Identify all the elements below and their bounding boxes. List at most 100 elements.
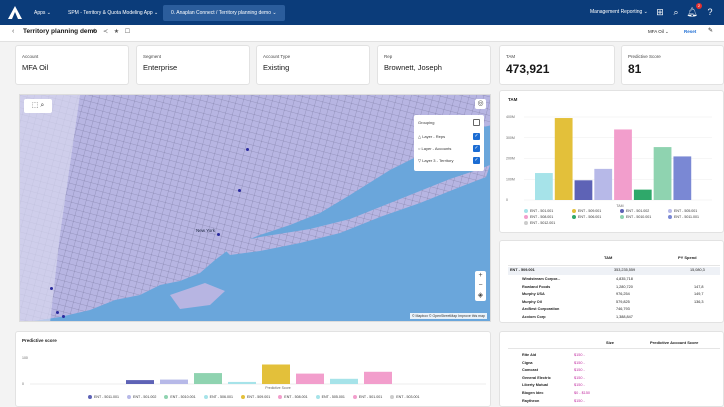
account-marker[interactable] bbox=[238, 189, 241, 192]
legend-item[interactable]: ENT - 509.001 bbox=[240, 395, 270, 400]
context-filter[interactable]: MFA Oil ⌄ bbox=[648, 29, 669, 35]
legend-item[interactable]: ENT - 501.002 bbox=[127, 395, 156, 400]
map-search-icon[interactable]: ⌕ bbox=[40, 102, 44, 109]
layer-row[interactable]: ○ Layer - Accounts ✓ bbox=[418, 145, 480, 153]
y-tick-label: 300M bbox=[506, 136, 515, 140]
predictive-score-bar[interactable] bbox=[330, 378, 358, 384]
anaplan-logo[interactable] bbox=[8, 6, 22, 19]
apps-grid-icon[interactable]: ⊞ bbox=[654, 6, 666, 18]
select-tool-icon[interactable]: ⬚ bbox=[32, 102, 39, 109]
compass-icon[interactable]: ◈ bbox=[475, 291, 486, 301]
layer-checkbox[interactable]: ✓ bbox=[473, 133, 480, 140]
account-marker[interactable] bbox=[62, 315, 65, 318]
apps-menu[interactable]: Apps ⌄ bbox=[34, 8, 51, 18]
legend-item[interactable]: ENT - 5010.001 bbox=[164, 395, 196, 400]
reset-button[interactable]: Reset bbox=[684, 29, 696, 34]
back-chevron-icon[interactable]: ‹ bbox=[12, 28, 14, 35]
predictive-score-bar[interactable] bbox=[194, 373, 222, 384]
tam-bar[interactable] bbox=[614, 129, 632, 200]
map-layers-toggle-icon[interactable]: ◎ bbox=[475, 99, 486, 109]
tam-bar[interactable] bbox=[594, 168, 613, 200]
tam-bar[interactable] bbox=[554, 118, 573, 200]
tam-cell: 1,280,720 bbox=[616, 284, 633, 289]
predictive-score-bar-chart: 100 0 Predictive Score bbox=[22, 356, 486, 390]
table-row[interactable]: Rite Aid $150 - bbox=[508, 352, 720, 359]
legend-item[interactable]: ENT - 5011.001 bbox=[668, 215, 716, 220]
legend-item[interactable]: ENT - 506.001 bbox=[203, 395, 233, 400]
zoom-controls: + − ◈ bbox=[475, 271, 486, 301]
table-row[interactable]: Raytheon $150 - bbox=[508, 398, 720, 405]
legend-item[interactable]: ENT - 501.001 bbox=[352, 395, 382, 400]
table-row[interactable]: Acxiom Corp 1,388,847 bbox=[508, 314, 720, 321]
tam-label: TAM bbox=[506, 54, 516, 59]
legend-item[interactable]: ENT - 506.001 bbox=[572, 215, 620, 220]
account-name: Cigna bbox=[522, 360, 533, 365]
table-row[interactable]: Rowland Foods 1,280,720 147,8 bbox=[508, 284, 720, 291]
legend-item[interactable]: ENT - 503.001 bbox=[390, 395, 420, 400]
layer-row[interactable]: ▽ Layer 3 - Territory ✓ bbox=[418, 157, 480, 165]
segment-value: Enterprise bbox=[143, 63, 178, 72]
legend-item[interactable]: ENT - 5010.001 bbox=[620, 215, 668, 220]
grouping-toggle[interactable]: Grouping bbox=[418, 119, 480, 127]
account-marker[interactable] bbox=[246, 148, 249, 151]
layer-checkbox[interactable]: ✓ bbox=[473, 145, 480, 152]
edit-icon[interactable]: ✎ bbox=[708, 27, 713, 34]
legend-item[interactable]: ENT - 505.001 bbox=[668, 209, 716, 214]
legend-item[interactable]: ENT - 505.001 bbox=[315, 395, 345, 400]
table-row[interactable]: Windstream Corpor... 4,835,718 bbox=[508, 276, 720, 283]
map-attribution[interactable]: © Mapbox © OpenStreetMap Improve this ma… bbox=[409, 313, 487, 319]
predictive-score-bar[interactable] bbox=[364, 371, 392, 384]
title-actions[interactable]: ⚙ ≺ ★ ☐ bbox=[92, 28, 132, 35]
table-row[interactable]: ArcBest Corporation 746,793 bbox=[508, 306, 720, 313]
tab-spm-app[interactable]: SPM - Territory & Quota Modeling App ⌄ bbox=[60, 5, 166, 21]
predictive-score-bar[interactable] bbox=[262, 364, 290, 385]
grouping-checkbox[interactable] bbox=[473, 119, 480, 126]
tam-bar[interactable] bbox=[653, 147, 672, 200]
legend-item[interactable]: ENT - 508.001 bbox=[278, 395, 308, 400]
help-icon[interactable]: ? bbox=[704, 6, 716, 18]
column-header-py-spend[interactable]: PY Spend bbox=[678, 255, 697, 260]
table-row[interactable]: Biogen Idec $0 - $150 bbox=[508, 390, 720, 397]
zoom-in-button[interactable]: + bbox=[475, 271, 486, 281]
legend-item[interactable]: ENT - 501.001 bbox=[524, 209, 572, 214]
map-toolbar[interactable]: ⬚ ⌕ bbox=[24, 99, 52, 113]
legend-item[interactable]: ENT - 5011.001 bbox=[88, 395, 119, 400]
account-marker[interactable] bbox=[56, 311, 59, 314]
tam-bar[interactable] bbox=[574, 180, 593, 200]
tam-bar[interactable] bbox=[673, 156, 692, 200]
account-marker[interactable] bbox=[50, 287, 53, 290]
search-icon[interactable]: ⌕ bbox=[670, 6, 682, 18]
table-row[interactable]: Liberty Mutual $150 - bbox=[508, 382, 720, 389]
layer-row[interactable]: △ Layer - Reps ✓ bbox=[418, 133, 480, 141]
table-row[interactable]: Murphy Oil 579,825 136,3 bbox=[508, 299, 720, 306]
layer-checkbox[interactable]: ✓ bbox=[473, 157, 480, 164]
management-reporting-menu[interactable]: Management Reporting ⌄ bbox=[590, 7, 648, 18]
account-marker[interactable] bbox=[217, 233, 220, 236]
predictive-score-bar[interactable] bbox=[126, 380, 154, 384]
column-header-tam[interactable]: TAM bbox=[604, 255, 612, 260]
tam-bar[interactable] bbox=[535, 173, 553, 200]
table-row[interactable]: General Electric $150 - bbox=[508, 375, 720, 382]
account-label: Account bbox=[22, 54, 39, 59]
zoom-out-button[interactable]: − bbox=[475, 281, 486, 291]
table-group-row[interactable]: ENT - 509.001 353,235,559 15,080,3 bbox=[508, 267, 720, 275]
legend-item[interactable]: ENT - 508.001 bbox=[524, 215, 572, 220]
table-row[interactable]: Murphy USA 976,254 149,7 bbox=[508, 291, 720, 298]
predictive-score-bar[interactable] bbox=[296, 373, 324, 384]
legend-item[interactable]: ENT - 501.002 bbox=[620, 209, 668, 214]
table-row[interactable]: Cigna $150 - bbox=[508, 360, 720, 367]
legend-item[interactable]: ENT - 5012.001 bbox=[524, 221, 572, 226]
column-header-size[interactable]: Size bbox=[606, 340, 614, 345]
predictive-score-bar[interactable] bbox=[228, 381, 256, 384]
notification-count-badge: 2 bbox=[696, 3, 702, 9]
tam-cell: 4,835,718 bbox=[616, 277, 633, 281]
territory-map[interactable]: New York ⬚ ⌕ ◎ Grouping △ Layer - Reps ✓ … bbox=[19, 94, 491, 322]
tam-chart-title: TAM bbox=[508, 97, 518, 102]
predictive-score-bar[interactable] bbox=[160, 379, 188, 384]
tab-territory-planning[interactable]: 0. Anaplan Connect / Territory planning … bbox=[163, 5, 285, 21]
table-row[interactable]: Comcast $150 - bbox=[508, 367, 720, 374]
size-cell: $150 - bbox=[574, 375, 585, 380]
legend-item[interactable]: ENT - 509.001 bbox=[572, 209, 620, 214]
tam-bar[interactable] bbox=[633, 189, 652, 200]
column-header-predictive-account-score[interactable]: Predictive Account Score bbox=[650, 340, 698, 345]
